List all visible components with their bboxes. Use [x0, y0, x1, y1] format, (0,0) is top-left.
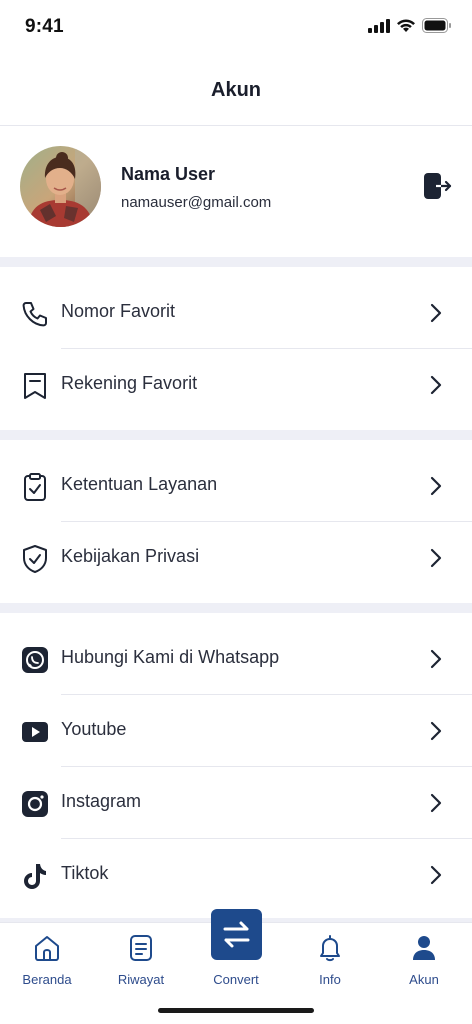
- menu-label: Ketentuan Layanan: [61, 474, 218, 494]
- menu-item-ketentuan-layanan[interactable]: Ketentuan Layanan: [0, 450, 472, 522]
- user-icon: [413, 936, 435, 960]
- logout-button[interactable]: [420, 171, 454, 201]
- wifi-icon: [397, 19, 415, 32]
- menu-label: Nomor Favorit: [61, 301, 176, 321]
- bell-icon: [320, 935, 340, 962]
- profile-card: Nama User namauser@gmail.com: [0, 127, 472, 257]
- document-icon: [130, 935, 152, 961]
- menu-label: Youtube: [61, 719, 127, 739]
- tab-convert[interactable]: Convert: [196, 909, 276, 993]
- section-separator: [0, 257, 472, 267]
- bookmark-icon: [24, 373, 46, 399]
- tab-label: Convert: [213, 972, 259, 987]
- chevron-right-icon: [430, 793, 442, 813]
- chevron-right-icon: [430, 548, 442, 568]
- status-icons: [368, 18, 452, 33]
- profile-name: Nama User: [121, 164, 216, 184]
- instagram-icon: [22, 791, 48, 817]
- menu-item-nomor-favorit[interactable]: Nomor Favorit: [0, 277, 472, 349]
- profile-email: namauser@gmail.com: [121, 194, 272, 211]
- section-separator: [0, 603, 472, 613]
- home-indicator: [158, 1008, 314, 1013]
- menu-label: Rekening Favorit: [61, 373, 198, 393]
- swap-icon: [223, 921, 250, 948]
- status-bar: 9:41: [0, 0, 472, 56]
- home-icon: [35, 936, 59, 961]
- tab-beranda[interactable]: Beranda: [7, 923, 87, 993]
- phone-icon: [22, 302, 47, 327]
- tiktok-icon: [24, 864, 46, 889]
- signal-icon: [368, 18, 390, 33]
- menu-label: Instagram: [61, 791, 142, 811]
- tab-akun[interactable]: Akun: [384, 923, 464, 993]
- avatar[interactable]: [20, 146, 101, 227]
- convert-button[interactable]: [211, 909, 262, 960]
- page-header: Akun: [0, 56, 472, 126]
- tab-riwayat[interactable]: Riwayat: [101, 923, 181, 993]
- chevron-right-icon: [430, 721, 442, 741]
- whatsapp-icon: [22, 647, 48, 673]
- page-title: Akun: [211, 79, 261, 101]
- avatar-photo: [20, 146, 101, 227]
- tab-label: Riwayat: [117, 972, 165, 987]
- menu-label: Tiktok: [61, 863, 109, 883]
- chevron-right-icon: [430, 303, 442, 323]
- menu-item-rekening-favorit[interactable]: Rekening Favorit: [0, 349, 472, 421]
- menu-item-whatsapp[interactable]: Hubungi Kami di Whatsapp: [0, 623, 472, 695]
- chevron-right-icon: [430, 865, 442, 885]
- chevron-right-icon: [430, 476, 442, 496]
- youtube-icon: [22, 722, 48, 742]
- menu-item-tiktok[interactable]: Tiktok: [0, 839, 472, 911]
- chevron-right-icon: [430, 649, 442, 669]
- logout-icon: [424, 173, 452, 199]
- menu-label: Hubungi Kami di Whatsapp: [61, 647, 280, 667]
- chevron-right-icon: [430, 375, 442, 395]
- menu-item-kebijakan-privasi[interactable]: Kebijakan Privasi: [0, 522, 472, 594]
- tab-label: Beranda: [22, 972, 72, 987]
- section-separator: [0, 430, 472, 440]
- tab-info[interactable]: Info: [290, 923, 370, 993]
- shield-check-icon: [23, 545, 47, 573]
- menu-label: Kebijakan Privasi: [61, 546, 200, 566]
- tab-label: Akun: [409, 972, 439, 987]
- status-time: 9:41: [25, 16, 64, 37]
- menu-item-youtube[interactable]: Youtube: [0, 695, 472, 767]
- battery-icon: [422, 18, 451, 33]
- clipboard-check-icon: [24, 473, 46, 501]
- menu-item-instagram[interactable]: Instagram: [0, 767, 472, 839]
- tab-label: Info: [319, 972, 341, 987]
